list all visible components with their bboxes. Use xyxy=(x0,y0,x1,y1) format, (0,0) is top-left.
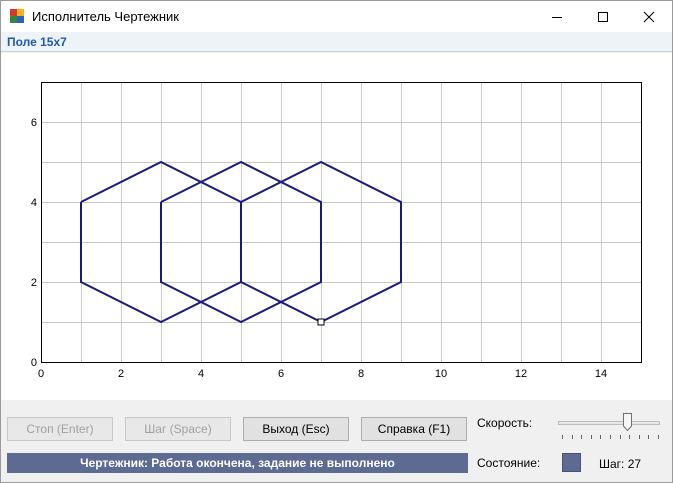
minimize-button[interactable] xyxy=(534,1,580,32)
slider-tick xyxy=(571,435,573,439)
field-size-label: Поле 15x7 xyxy=(7,35,67,49)
close-icon xyxy=(643,11,655,22)
window-title: Исполнитель Чертежник xyxy=(32,9,179,24)
grid xyxy=(41,82,642,363)
drawing-canvas: 0 2 4 6 8 10 12 14 0 2 4 6 xyxy=(1,53,672,400)
speed-slider-track[interactable] xyxy=(558,421,660,425)
step-button[interactable]: Шаг (Space) xyxy=(125,417,231,441)
x-tick-label: 0 xyxy=(38,368,44,380)
slider-tick xyxy=(590,435,592,439)
x-tick-label: 10 xyxy=(435,368,447,380)
slider-tick xyxy=(581,435,583,439)
maximize-button[interactable] xyxy=(580,1,626,32)
slider-tick xyxy=(600,435,602,439)
exit-button[interactable]: Выход (Esc) xyxy=(243,417,349,441)
minimize-icon xyxy=(552,16,562,18)
title-bar: Исполнитель Чертежник xyxy=(1,1,672,32)
slider-tick xyxy=(610,435,611,439)
help-button[interactable]: Справка (F1) xyxy=(361,417,467,441)
slider-tick xyxy=(629,435,631,439)
x-tick-label: 2 xyxy=(118,368,124,380)
y-tick-label: 6 xyxy=(31,117,37,129)
close-button[interactable] xyxy=(626,1,672,32)
x-tick-label: 6 xyxy=(278,368,284,380)
slider-tick xyxy=(648,435,650,439)
drawer-cursor xyxy=(317,318,325,326)
axes xyxy=(41,82,642,363)
state-label: Состояние: xyxy=(477,456,541,470)
y-tick-label: 0 xyxy=(31,357,37,369)
menu-bar: Поле 15x7 xyxy=(1,32,672,52)
cursor-marker xyxy=(317,318,325,326)
slider-tick xyxy=(658,435,659,439)
app-window: Исполнитель Чертежник Поле 15x7 0 2 4 6 8 10 1… xyxy=(0,0,673,483)
step-counter: Шаг: 27 xyxy=(599,457,642,471)
slider-tick xyxy=(638,435,640,439)
slider-tick xyxy=(619,435,621,439)
x-tick-labels: 0 2 4 6 8 10 12 14 xyxy=(38,368,607,380)
speed-label: Скорость: xyxy=(477,416,533,430)
status-message: Чертежник: Работа окончена, задание не в… xyxy=(7,453,468,473)
plot-frame xyxy=(41,82,642,363)
speed-slider-thumb[interactable] xyxy=(622,413,632,431)
y-tick-label: 4 xyxy=(31,197,37,209)
y-tick-label: 2 xyxy=(31,277,37,289)
state-indicator xyxy=(562,453,581,472)
x-tick-label: 8 xyxy=(358,368,364,380)
x-tick-label: 14 xyxy=(595,368,607,380)
stop-button[interactable]: Стоп (Enter) xyxy=(7,417,113,441)
app-icon xyxy=(10,9,24,23)
drawing-field: 0 2 4 6 8 10 12 14 0 2 4 6 xyxy=(31,82,642,380)
x-tick-label: 4 xyxy=(198,368,204,380)
slider-tick xyxy=(562,435,563,439)
y-tick-labels: 0 2 4 6 xyxy=(31,117,37,369)
maximize-icon xyxy=(598,11,608,22)
x-tick-label: 12 xyxy=(515,368,527,380)
